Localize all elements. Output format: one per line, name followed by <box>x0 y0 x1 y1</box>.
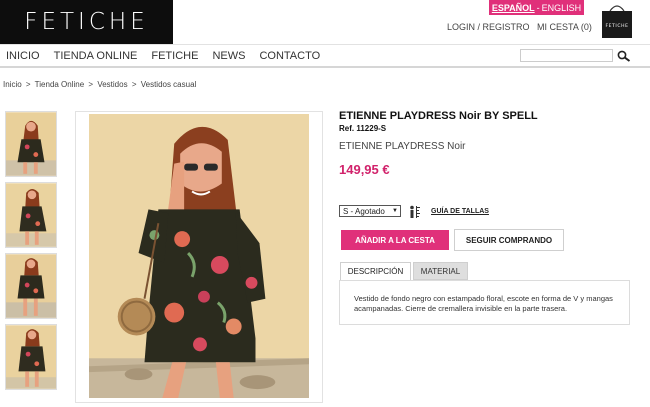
breadcrumb-separator: > <box>25 80 31 89</box>
site-logo[interactable]: FETICHE <box>0 0 173 44</box>
breadcrumb-vestidos-casual[interactable]: Vestidos casual <box>141 80 197 89</box>
nav-item-inicio[interactable]: INICIO <box>6 50 40 62</box>
size-guide-link[interactable]: GUÍA DE TALLAS <box>431 208 489 215</box>
product-title: ETIENNE PLAYDRESS Noir BY SPELL <box>339 110 538 122</box>
bag-brand-text: FETICHE <box>605 23 628 29</box>
product-ref: Ref. 11229-S <box>339 124 387 133</box>
breadcrumb-separator: > <box>88 80 94 89</box>
product-price: 149,95 € <box>339 162 390 177</box>
add-to-cart-button[interactable]: AÑADIR A LA CESTA <box>341 230 449 250</box>
nav-item-fetiche[interactable]: FETICHE <box>151 50 198 62</box>
language-switcher: ESPAÑOL - ENGLISH <box>489 0 584 15</box>
breadcrumb-tienda-online[interactable]: Tienda Online <box>35 80 85 89</box>
lang-es-link[interactable]: ESPAÑOL <box>492 3 535 13</box>
size-select[interactable]: S - Agotado ▼ <box>339 205 401 217</box>
breadcrumb-inicio[interactable]: Inicio <box>3 80 22 89</box>
nav-item-tienda-online[interactable]: TIENDA ONLINE <box>54 50 138 62</box>
product-description: Vestido de fondo negro con estampado flo… <box>354 294 613 313</box>
product-thumbnail-3[interactable] <box>5 253 57 319</box>
breadcrumb: Inicio > Tienda Online > Vestidos > Vest… <box>3 80 198 89</box>
logo-text: FETICHE <box>24 9 149 35</box>
size-guide-icon[interactable] <box>408 205 424 219</box>
size-select-value: S - Agotado <box>343 206 385 216</box>
login-link[interactable]: LOGIN / REGISTRO <box>447 22 530 32</box>
search-input[interactable] <box>520 49 613 62</box>
product-thumbnail-4[interactable] <box>5 324 57 390</box>
product-photo <box>89 114 309 398</box>
shopping-bag-icon[interactable]: FETICHE <box>600 3 634 39</box>
breadcrumb-separator: > <box>131 80 137 89</box>
product-thumbnail-1[interactable] <box>5 111 57 177</box>
breadcrumb-vestidos[interactable]: Vestidos <box>97 80 127 89</box>
continue-shopping-button[interactable]: SEGUIR COMPRANDO <box>454 229 564 251</box>
search-icon[interactable] <box>617 50 631 62</box>
product-thumbnail-2[interactable] <box>5 182 57 248</box>
cart-link[interactable]: MI CESTA (0) <box>537 22 592 32</box>
description-panel: Vestido de fondo negro con estampado flo… <box>339 280 630 325</box>
product-subtitle: ETIENNE PLAYDRESS Noir <box>339 141 466 152</box>
tab-description[interactable]: DESCRIPCIÓN <box>340 262 411 280</box>
lang-en-link[interactable]: ENGLISH <box>542 3 582 13</box>
chevron-down-icon: ▼ <box>392 208 398 214</box>
nav-item-news[interactable]: NEWS <box>212 50 245 62</box>
tab-material[interactable]: MATERIAL <box>413 262 468 280</box>
product-main-image[interactable] <box>75 111 323 403</box>
lang-separator: - <box>536 2 540 13</box>
nav-item-contacto[interactable]: CONTACTO <box>259 50 320 62</box>
